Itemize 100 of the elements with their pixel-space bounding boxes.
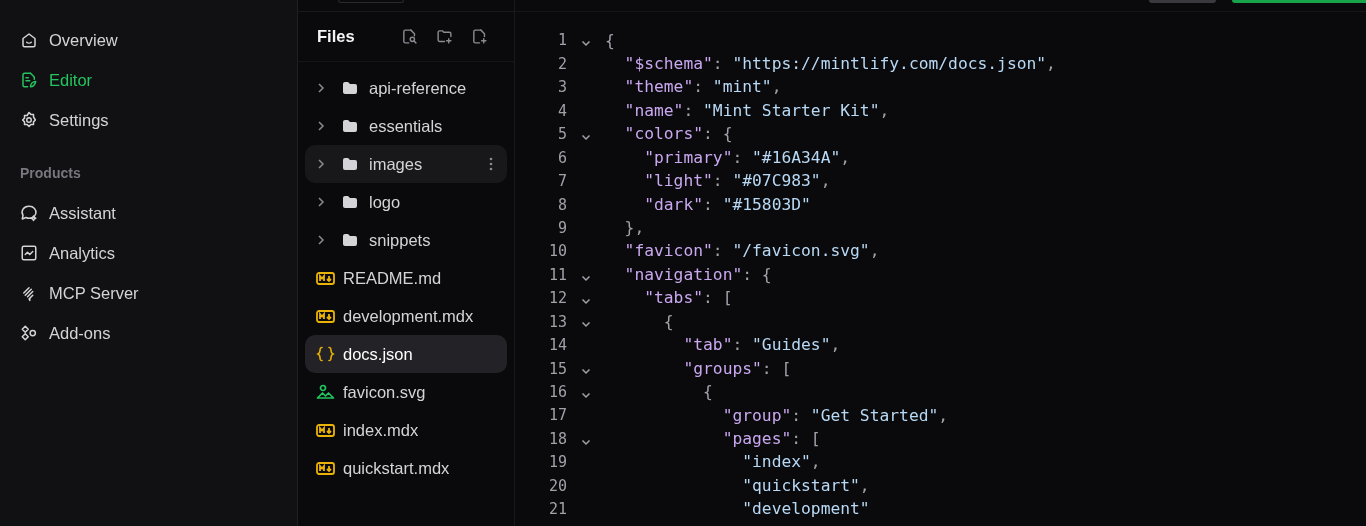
code-line: "favicon": "/favicon.svg", — [623, 240, 880, 263]
markdown-icon — [316, 309, 335, 323]
folder-icon — [341, 81, 358, 95]
markdown-icon — [316, 461, 335, 475]
folder-icon — [341, 195, 358, 209]
nav-item[interactable]: Settings — [20, 100, 297, 140]
code-line: "development" — [741, 498, 870, 521]
file-name: quickstart.mdx — [343, 457, 451, 479]
file-name: index.mdx — [343, 419, 420, 441]
folder-icon — [341, 119, 358, 133]
code-line: "quickstart", — [741, 474, 870, 497]
fold-chevron-icon[interactable] — [581, 40, 591, 48]
code-line: "dark": "#15803D" — [643, 193, 811, 216]
code-line: "theme": "mint", — [623, 76, 782, 99]
code-line: { — [662, 310, 674, 333]
code-line: "tabs": [ — [643, 287, 733, 310]
file-name: api-reference — [369, 77, 468, 99]
file-tree-item[interactable]: logo — [305, 183, 507, 221]
search-file-icon[interactable] — [401, 28, 418, 45]
chevron-right-icon — [317, 82, 325, 94]
code-line: { — [702, 381, 713, 404]
chat-icon — [20, 204, 38, 222]
line-number: 6 — [556, 147, 567, 169]
code-line: "group": "Get Started", — [721, 404, 949, 427]
line-number: 13 — [547, 311, 567, 333]
code-line: "navigation": { — [623, 263, 772, 286]
fold-chevron-icon[interactable] — [581, 438, 591, 446]
code-line: }, — [623, 217, 645, 239]
code-line: "light": "#07C983", — [643, 170, 831, 193]
file-tree-item[interactable]: snippets — [305, 221, 507, 259]
chevron-right-icon — [317, 158, 325, 170]
image-icon — [316, 384, 335, 400]
chevron-right-icon — [317, 196, 325, 208]
fold-chevron-icon[interactable] — [581, 133, 591, 141]
file-name: snippets — [369, 229, 432, 251]
nav-item[interactable]: Overview — [20, 20, 297, 60]
new-folder-icon[interactable] — [436, 28, 453, 45]
fold-chevron-icon[interactable] — [581, 274, 591, 282]
fold-chevron-icon[interactable] — [581, 368, 591, 376]
markdown-icon — [316, 423, 335, 437]
file-tree-item[interactable]: essentials — [305, 107, 507, 145]
nav-item[interactable]: Add-ons — [20, 313, 297, 353]
file-name: README.md — [343, 267, 443, 289]
code-line: { — [605, 29, 615, 52]
line-number: 10 — [547, 241, 567, 263]
line-number: 7 — [556, 171, 567, 193]
file-tree-item[interactable]: api-reference — [305, 69, 507, 107]
line-number: 17 — [547, 405, 567, 427]
line-number: 4 — [556, 100, 567, 122]
chevron-right-icon — [317, 120, 325, 132]
line-number: 21 — [547, 499, 567, 521]
section-title: Products — [20, 164, 82, 183]
line-number: 2 — [556, 53, 567, 75]
line-number: 9 — [556, 217, 567, 239]
file-tree-item[interactable]: docs.json — [305, 335, 507, 373]
file-tree-item[interactable]: development.mdx — [305, 297, 507, 335]
code-line: "index", — [741, 451, 821, 474]
line-number: 18 — [547, 428, 567, 450]
line-number: 12 — [547, 288, 567, 310]
fold-chevron-icon[interactable] — [581, 298, 591, 306]
code-line: "name": "Mint Starter Kit", — [623, 99, 890, 122]
nav-item[interactable]: Editor — [20, 60, 297, 100]
settings-icon — [20, 111, 38, 129]
file-tree-item[interactable]: favicon.svg — [305, 373, 507, 411]
home-icon — [20, 31, 38, 49]
code-line: "tab": "Guides", — [682, 334, 841, 357]
code-line: "$schema": "https://mintlify.com/docs.json", — [623, 52, 1056, 75]
new-file-icon[interactable] — [471, 28, 488, 45]
code-line: "colors": { — [623, 123, 733, 146]
nav-item[interactable]: Assistant — [20, 193, 297, 233]
chevron-right-icon — [317, 234, 325, 246]
line-number: 14 — [547, 335, 567, 357]
line-number: 19 — [547, 452, 567, 474]
file-name: logo — [369, 191, 402, 213]
markdown-icon — [316, 271, 335, 285]
file-name: development.mdx — [343, 305, 475, 327]
file-name: essentials — [369, 115, 444, 137]
folder-icon — [341, 157, 358, 171]
fold-chevron-icon[interactable] — [581, 321, 591, 329]
chart-icon — [20, 244, 38, 262]
document-icon — [20, 71, 38, 89]
file-tree-item[interactable]: images — [305, 145, 507, 183]
fold-chevron-icon[interactable] — [581, 391, 591, 399]
code-line: "pages": [ — [721, 427, 821, 450]
braces-icon — [316, 346, 335, 362]
line-number: 20 — [547, 475, 567, 497]
file-name: favicon.svg — [343, 381, 427, 403]
folder-icon — [341, 233, 358, 247]
file-tree-item[interactable]: index.mdx — [305, 411, 507, 449]
shapes-icon — [20, 324, 38, 342]
nav-item[interactable]: MCP Server — [20, 273, 297, 313]
nav-item[interactable]: Analytics — [20, 233, 297, 273]
file-name: docs.json — [343, 343, 414, 365]
more-vertical-icon[interactable] — [489, 157, 493, 171]
code-line: "primary": "#16A34A", — [643, 146, 851, 169]
file-tree-item[interactable]: README.md — [305, 259, 507, 297]
file-tree-item[interactable]: quickstart.mdx — [305, 449, 507, 487]
panel-title: Files — [317, 26, 356, 48]
line-number: 3 — [556, 77, 567, 99]
line-number: 5 — [556, 124, 567, 146]
